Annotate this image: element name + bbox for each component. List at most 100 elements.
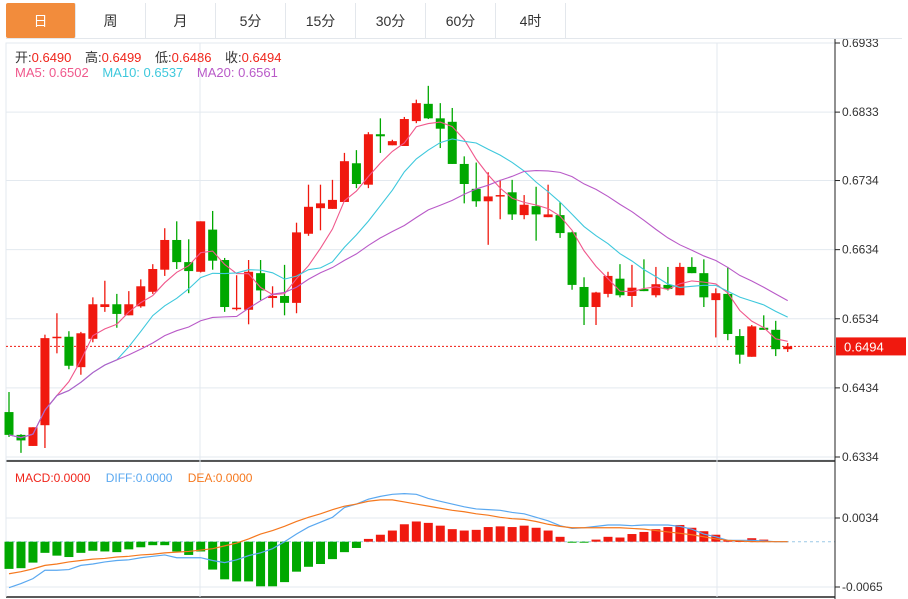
candle: [531, 186, 541, 241]
tab-4hour[interactable]: 4时: [496, 3, 566, 38]
tab-week[interactable]: 周: [76, 3, 146, 38]
macd-bar: [244, 541, 254, 582]
candle: [711, 288, 721, 338]
macd-bar: [88, 541, 98, 551]
open-label: 开:: [15, 50, 32, 65]
macd-legend: MACD:0.0000 DIFF:0.0000 DEA:0.0000: [15, 471, 264, 485]
candle-body: [555, 215, 565, 234]
candle: [40, 334, 50, 449]
current-price-label: 0.6494: [844, 339, 884, 354]
candle: [208, 210, 218, 270]
candle: [112, 293, 122, 328]
candle-body: [783, 346, 793, 350]
candle-body: [172, 239, 182, 263]
candle: [351, 150, 361, 189]
macd-bar: [579, 541, 589, 543]
macd-bar: [495, 526, 505, 542]
tab-30min[interactable]: 30分: [356, 3, 426, 38]
candle-body: [280, 295, 290, 303]
candle-body: [495, 195, 505, 197]
low-label: 低:: [155, 50, 172, 65]
candle: [735, 329, 745, 364]
candle-body: [399, 119, 409, 146]
candle-body: [112, 304, 122, 314]
candle: [615, 264, 625, 298]
macd-bar: [64, 541, 74, 558]
candle-body: [375, 134, 385, 137]
candle-body: [591, 292, 601, 308]
candle: [627, 264, 637, 308]
candle: [327, 179, 337, 209]
macd-bar: [375, 534, 385, 542]
candle-body: [747, 326, 757, 357]
candle-body: [40, 338, 50, 426]
macd-bar: [615, 537, 625, 542]
candle: [315, 184, 325, 231]
candle-body: [196, 221, 206, 272]
candle-body: [28, 427, 38, 446]
candle-body: [459, 163, 469, 184]
candle-body: [315, 203, 325, 209]
price-tick-label: 0.6634: [842, 243, 879, 257]
candle-body: [423, 103, 433, 119]
macd-bar: [411, 521, 421, 542]
candle: [160, 228, 170, 276]
candle: [639, 259, 649, 292]
candle: [339, 152, 349, 202]
candle-body: [292, 232, 302, 303]
candle: [256, 260, 266, 301]
price-tick-label: 0.6734: [842, 174, 879, 188]
tab-60min[interactable]: 60分: [426, 3, 496, 38]
candle-body: [519, 204, 529, 216]
candle: [651, 266, 661, 298]
candle: [579, 277, 589, 325]
macd-bar: [16, 541, 26, 569]
candle: [196, 221, 206, 273]
candle-body: [567, 232, 577, 285]
macd-value: MACD:0.0000: [15, 471, 91, 485]
candle: [172, 221, 182, 270]
macd-bar: [627, 534, 637, 542]
candle-body: [4, 412, 14, 435]
macd-bar: [184, 541, 194, 555]
macd-bar: [531, 527, 541, 542]
tab-5min[interactable]: 5分: [216, 3, 286, 38]
macd-bar: [256, 541, 266, 587]
tab-day[interactable]: 日: [6, 3, 76, 38]
ma-legend: MA5: 0.6502 MA10: 0.6537 MA20: 0.6561: [15, 65, 288, 80]
macd-tick-label: -0.0065: [842, 580, 883, 594]
macd-bar: [292, 541, 302, 572]
macd-bar: [339, 541, 349, 553]
candle: [399, 116, 409, 146]
chart-canvas[interactable]: 0.69330.68330.67340.66340.65340.64340.63…: [0, 0, 908, 599]
high-value: 0.6499: [101, 50, 142, 65]
ma20-value: MA20: 0.6561: [196, 65, 278, 80]
candle: [100, 280, 110, 312]
macd-bar: [100, 541, 110, 552]
tab-15min[interactable]: 15分: [286, 3, 356, 38]
candle-body: [483, 196, 493, 202]
price-tick-label: 0.6833: [842, 105, 879, 119]
macd-bar: [76, 541, 86, 553]
low-value: 0.6486: [171, 50, 212, 65]
candle: [136, 279, 146, 308]
price-tick-label: 0.6434: [842, 381, 879, 395]
candle: [591, 291, 601, 325]
candle: [723, 266, 733, 341]
candle: [423, 85, 433, 120]
macd-bar: [567, 541, 577, 543]
candle: [699, 259, 709, 308]
candle: [663, 266, 673, 291]
macd-bar: [483, 527, 493, 542]
price-tick-label: 0.6334: [842, 450, 879, 464]
candle-body: [447, 121, 457, 164]
macd-bar: [471, 529, 481, 542]
candle-body: [339, 161, 349, 202]
candle: [675, 262, 685, 296]
macd-bar: [40, 541, 50, 553]
tab-month[interactable]: 月: [146, 3, 216, 38]
high-label: 高:: [85, 50, 102, 65]
macd-bar: [160, 541, 170, 546]
candle: [28, 427, 38, 446]
macd-bar: [591, 539, 601, 542]
